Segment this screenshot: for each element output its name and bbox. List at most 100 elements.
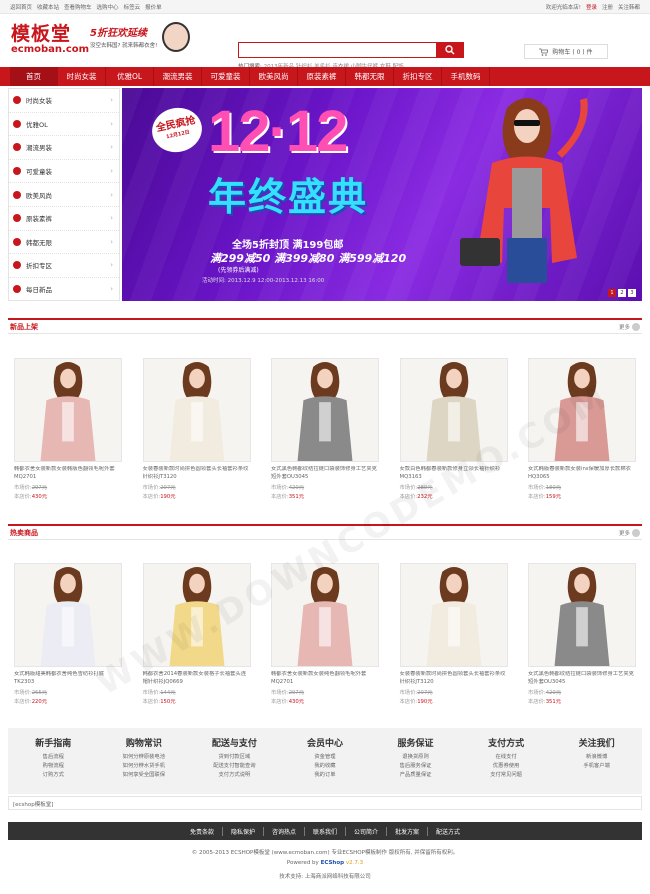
nav-item[interactable]: 潮流男装	[154, 67, 202, 86]
help-link[interactable]: 售后流程	[13, 753, 93, 762]
product-image-frame[interactable]	[271, 563, 379, 667]
product-card[interactable]: 韩都衣舍2014春装新款女装格子长袖套头连帽针织衫JQ0669 市场价:144元本…	[142, 563, 251, 705]
help-link[interactable]: 手机客户端	[557, 762, 637, 771]
nav-item[interactable]: 手机数码	[442, 67, 490, 86]
help-link[interactable]: 优惠券使用	[466, 762, 546, 771]
top-link[interactable]: 查看购物车	[64, 5, 92, 11]
section-hot-title: 热卖商品	[10, 528, 38, 537]
top-link[interactable]: 返回首页	[10, 5, 32, 11]
help-link[interactable]: 退换货原则	[376, 753, 456, 762]
product-image-frame[interactable]	[14, 563, 122, 667]
help-link[interactable]: 售后服务保证	[376, 762, 456, 771]
top-link[interactable]: 关注韩都	[618, 5, 640, 11]
product-image-frame[interactable]	[142, 563, 251, 667]
footer-nav-link[interactable]: 配送方式	[428, 827, 468, 836]
product-image-frame[interactable]	[142, 358, 251, 462]
help-link[interactable]: 资金管理	[285, 753, 365, 762]
footer-nav-link[interactable]: 批发方案	[387, 826, 429, 836]
product-card[interactable]: 女式韩版春装新款女装ins保暖加厚长款棉衣HQ3065 市场价:180元 本店价:1…	[528, 358, 636, 500]
search-button[interactable]	[436, 42, 464, 58]
help-link[interactable]: 如何分辨原装电池	[104, 753, 184, 762]
help-link[interactable]: 配送支付智能查询	[194, 762, 274, 771]
top-link[interactable]: 标签云	[124, 5, 141, 11]
help-link[interactable]: 支付方式说明	[194, 771, 274, 780]
footer-nav-link[interactable]: 咨询热点	[264, 826, 305, 836]
nav-item[interactable]: 韩都无限	[346, 67, 394, 86]
category-item[interactable]: 每日新品 ›	[9, 278, 119, 302]
category-item[interactable]: 优雅OL ›	[9, 113, 119, 137]
footer-nav-link[interactable]: 隐私保护	[223, 826, 264, 836]
product-name[interactable]: 女装春装新款时尚拼色圆领套头长袖套衫条纹针织衫JT3120	[143, 466, 251, 481]
section-new-more[interactable]: 更多	[619, 322, 640, 331]
product-card[interactable]: 女式韩版甜美韩都衣舍纯色雪纺衫打底TK2303 市场价:265元 本店价:220元	[14, 563, 122, 705]
cart-button[interactable]: 购物车 ( 0 ) 件	[524, 44, 608, 59]
category-item[interactable]: 潮流男装 ›	[9, 136, 119, 160]
category-item[interactable]: 欧美风尚 ›	[9, 183, 119, 207]
top-link[interactable]: 收藏本站	[37, 5, 59, 11]
product-card[interactable]: 女式黑色韩都纹结拉链口袋装饰修身工艺夹克短外套OU3045 市场价:420元 本店价…	[528, 563, 636, 705]
product-card[interactable]: 女式黑色韩都纹结拉链口袋装饰修身工艺夹克短外套OU3045 市场价:420元 本店价…	[271, 358, 379, 500]
category-item[interactable]: 折扣专区 ›	[9, 254, 119, 278]
product-card[interactable]: 韩都衣舍女装新款女装纯色翻领毛呢外套MQ2701 市场价:297元 本店价:430元	[271, 563, 379, 705]
product-name[interactable]: 女式黑色韩都纹结拉链口袋装饰修身工艺夹克短外套OU3045	[528, 671, 636, 686]
site-logo[interactable]: 模板堂 ecmoban.com	[11, 24, 89, 55]
footer-nav-link[interactable]: 公司简介	[346, 826, 388, 836]
nav-item[interactable]: 优雅OL	[106, 67, 154, 86]
product-name[interactable]: 女式黑色韩都纹结拉链口袋装饰修身工艺夹克短外套OU3045	[271, 466, 379, 481]
promo-banner[interactable]: 全民疯抢 12月12日 12·12 年终盛典 全场5折封顶 满199包邮 满29…	[122, 88, 642, 301]
friend-links[interactable]: [ecshop模板堂]	[8, 796, 642, 810]
product-name[interactable]: 韩都衣舍2014春装新款女装格子长袖套头连帽针织衫JQ0669	[143, 671, 251, 686]
help-link[interactable]: 支付常见问题	[466, 771, 546, 780]
category-item[interactable]: 韩都无限 ›	[9, 231, 119, 255]
category-item[interactable]: 原装素裤 ›	[9, 207, 119, 231]
help-link[interactable]: 订购方式	[13, 771, 93, 780]
market-price-value: 280元	[417, 485, 433, 491]
slide-dot[interactable]: 3	[628, 289, 636, 297]
help-link[interactable]: 货到付款区域	[194, 753, 274, 762]
search-input[interactable]	[238, 42, 436, 58]
nav-item[interactable]: 可爱童装	[202, 67, 250, 86]
top-link[interactable]: 选购中心	[97, 5, 119, 11]
help-link[interactable]: 我的订单	[285, 771, 365, 780]
product-image-frame[interactable]	[399, 563, 508, 667]
product-card[interactable]: 女款白色韩都春装新款修身立领长袖针织衫MQ3163 市场价:280元 本店价:232…	[399, 358, 508, 500]
nav-item[interactable]: 欧美风尚	[250, 67, 298, 86]
product-name[interactable]: 女式韩版春装新款女装ins保暖加厚长款棉衣HQ3065	[528, 466, 636, 481]
product-name[interactable]: 韩都衣舍女装新款女装纯色翻领毛呢外套MQ2701	[271, 671, 379, 686]
help-link[interactable]: 购物流程	[13, 762, 93, 771]
nav-item[interactable]: 折扣专区	[394, 67, 442, 86]
product-card[interactable]: 女装春装新款时尚拼色圆领套头长袖套衫条纹针织衫JT3120 市场价:207元 本店价…	[142, 358, 251, 500]
product-name[interactable]: 女式韩版甜美韩都衣舍纯色雪纺衫打底TK2303	[14, 671, 122, 686]
product-card[interactable]: 韩都衣舍女装新款女装韩版色翻领毛呢外套MQ2701 市场价:297元 本店价:430…	[14, 358, 122, 500]
category-item[interactable]: 时尚女装 ›	[9, 89, 119, 113]
help-link[interactable]: 如何分辨水货手机	[104, 762, 184, 771]
help-link[interactable]: 在线支付	[466, 753, 546, 762]
footer-nav-link[interactable]: 联系我们	[305, 826, 346, 836]
product-image-frame[interactable]	[271, 358, 379, 462]
shop-price-label: 本店价:	[142, 494, 161, 500]
product-name[interactable]: 韩都衣舍女装新款女装韩版色翻领毛呢外套MQ2701	[14, 466, 122, 481]
product-image-frame[interactable]	[14, 358, 122, 462]
help-link[interactable]: 产品质量保证	[376, 771, 456, 780]
nav-item[interactable]: 原装素裤	[298, 67, 346, 86]
help-link[interactable]: 我的收藏	[285, 762, 365, 771]
product-card[interactable]: 女装春装新款时尚拼色圆领套头长袖套衫条纹针织衫JT3120 市场价:207元 本店价…	[399, 563, 508, 705]
section-hot-more[interactable]: 更多	[619, 528, 640, 537]
top-link[interactable]: 登录	[586, 5, 597, 11]
powered-name[interactable]: ECShop	[321, 860, 345, 866]
top-link[interactable]: 报价单	[145, 5, 162, 11]
product-image-frame[interactable]	[399, 358, 508, 462]
top-link[interactable]: 注册	[602, 5, 613, 11]
help-link[interactable]: 新浪微博	[557, 753, 637, 762]
nav-item[interactable]: 首页	[10, 67, 58, 86]
product-image-frame[interactable]	[528, 563, 636, 667]
nav-item[interactable]: 时尚女装	[58, 67, 106, 86]
slide-dot[interactable]: 1	[608, 289, 616, 297]
footer-nav-link[interactable]: 免责条款	[182, 826, 223, 836]
help-link[interactable]: 如何享受全国联保	[104, 771, 184, 780]
product-name[interactable]: 女装春装新款时尚拼色圆领套头长袖套衫条纹针织衫JT3120	[400, 671, 508, 686]
slide-dot[interactable]: 2	[618, 289, 626, 297]
product-name[interactable]: 女款白色韩都春装新款修身立领长袖针织衫MQ3163	[400, 466, 508, 481]
category-item[interactable]: 可爱童装 ›	[9, 160, 119, 184]
product-image-frame[interactable]	[528, 358, 636, 462]
